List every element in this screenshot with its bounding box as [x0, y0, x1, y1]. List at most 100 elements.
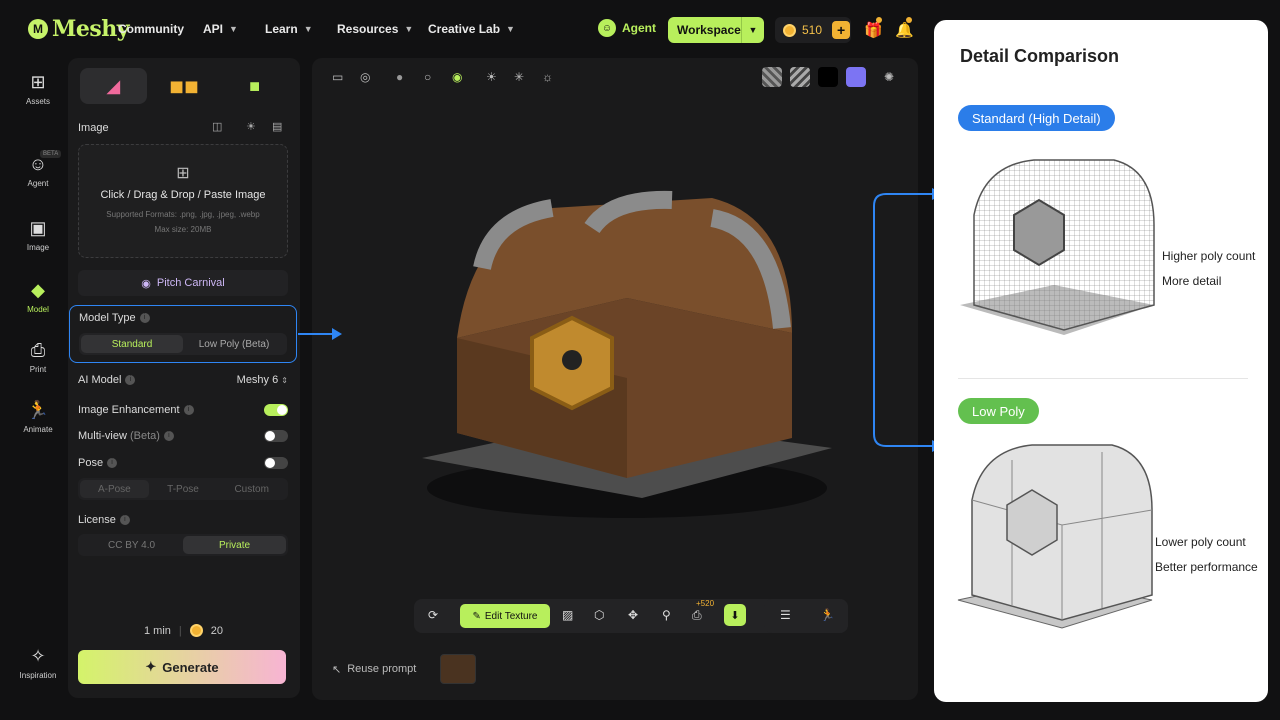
upload-max-size: Max size: 20MB — [154, 225, 212, 234]
gift-icon[interactable]: 🎁 — [864, 21, 883, 39]
rail-label: Animate — [23, 425, 53, 434]
refresh-icon[interactable]: ⟳ — [428, 608, 438, 622]
info-icon[interactable]: i — [139, 313, 150, 324]
light-icon[interactable]: ☀ — [486, 70, 497, 84]
tab-image-to-3d[interactable]: ◢ — [80, 68, 147, 104]
upload-text: Click / Drag & Drop / Paste Image — [100, 189, 266, 201]
multiview-toggle[interactable] — [264, 430, 288, 442]
pose-t-pose[interactable]: T-Pose — [149, 480, 218, 498]
image-to-3d-icon: ◢ — [106, 75, 121, 96]
animate-run-icon[interactable]: 🏃 — [820, 608, 835, 622]
nav-resources[interactable]: Resources ▼ — [337, 22, 413, 36]
chevron-updown-icon: ⇕ — [281, 376, 288, 385]
rail-item-animate[interactable]: 🏃 Animate — [0, 400, 76, 434]
estimated-time: 1 min — [144, 624, 171, 637]
info-icon[interactable]: i — [107, 458, 118, 469]
solid-sphere-icon[interactable]: ● — [396, 70, 403, 84]
reuse-prompt-label: Reuse prompt — [347, 663, 417, 675]
rail-item-assets[interactable]: ⊞ Assets — [0, 72, 76, 106]
rail-item-model[interactable]: ◆ Model — [0, 280, 76, 314]
nav-community-label: Community — [118, 22, 184, 36]
chevron-down-icon: ▼ — [404, 24, 414, 34]
license-private[interactable]: Private — [183, 536, 286, 554]
nav-learn[interactable]: Learn ▼ — [265, 22, 313, 36]
compare-icon[interactable]: ◫ — [212, 120, 222, 133]
pose-toggle[interactable] — [264, 457, 288, 469]
add-credits-button[interactable]: + — [832, 21, 851, 39]
burst-light-icon[interactable]: ✳ — [514, 70, 524, 84]
cube-outline-icon[interactable]: ⬡ — [594, 608, 604, 622]
ai-model-value: Meshy 6 — [236, 374, 279, 386]
nav-creative-lab[interactable]: Creative Lab ▼ — [428, 22, 515, 36]
rail-item-agent[interactable]: ☺ Agent — [0, 154, 76, 188]
align-icon[interactable]: ☰ — [780, 608, 791, 622]
lowpoly-note-2: Better performance — [1155, 560, 1258, 574]
brand-logo[interactable]: M Meshy — [28, 16, 130, 42]
history-icon[interactable]: ▤ — [272, 120, 282, 133]
arrow-upleft-icon: ↖ — [332, 664, 342, 676]
model-type-selector: Standard Low Poly (Beta) — [79, 333, 287, 355]
rail-label: Print — [29, 365, 47, 374]
multiview-row: Multi-view (Beta) i — [78, 430, 288, 442]
info-icon[interactable]: i — [163, 431, 174, 442]
license-label: License i — [78, 514, 130, 526]
lighting-settings-icon[interactable]: ✺ — [884, 70, 894, 84]
texture-swatch-1[interactable] — [762, 67, 782, 87]
nav-community[interactable]: Community — [118, 22, 184, 36]
generation-panel: ◢ ◼◼ ■ Image ◫ ☀ ▤ ⊞ Click / Drag & Drop… — [68, 58, 300, 698]
tab-text-to-3d[interactable]: ■ — [221, 68, 288, 104]
workspace-button[interactable]: Workspace ▼ — [668, 17, 764, 43]
sun-icon[interactable]: ☼ — [542, 70, 553, 84]
pose-custom[interactable]: Custom — [217, 480, 286, 498]
ai-model-select[interactable]: Meshy 6 ⇕ — [237, 374, 288, 386]
bulb-icon[interactable]: ☀ — [246, 120, 256, 133]
wire-sphere-icon[interactable]: ○ — [424, 70, 431, 84]
high-poly-chest-image — [960, 159, 1155, 335]
textured-sphere-icon[interactable]: ◉ — [452, 70, 462, 84]
info-icon[interactable]: i — [183, 405, 194, 416]
model-type-standard[interactable]: Standard — [81, 335, 183, 353]
info-icon[interactable]: i — [119, 515, 130, 526]
info-icon[interactable]: i — [125, 375, 136, 386]
license-cc-by[interactable]: CC BY 4.0 — [80, 536, 183, 554]
image-enhancement-toggle[interactable] — [264, 404, 288, 416]
generate-button[interactable]: ✦ Generate — [78, 650, 286, 684]
chevron-down-icon[interactable]: ▼ — [740, 17, 764, 43]
bracket-arrow — [873, 193, 936, 447]
model-type-low-poly[interactable]: Low Poly (Beta) — [183, 335, 285, 353]
rig-icon[interactable]: ⚲ — [662, 608, 671, 622]
background-purple-swatch[interactable] — [846, 67, 866, 87]
texture-swatch-2[interactable] — [790, 67, 810, 87]
low-poly-chest-image — [957, 444, 1153, 629]
background-black-swatch[interactable] — [818, 67, 838, 87]
image-upload-dropzone[interactable]: ⊞ Click / Drag & Drop / Paste Image Supp… — [78, 144, 288, 258]
remesh-icon[interactable]: ▨ — [562, 608, 573, 622]
move-icon[interactable]: ✥ — [628, 608, 638, 622]
globe-icon[interactable]: ◎ — [360, 70, 370, 84]
download-icon: ⬇ — [730, 609, 740, 622]
rail-item-image[interactable]: ▣ Image — [0, 218, 76, 252]
nav-api[interactable]: API ▼ — [203, 22, 238, 36]
history-thumbnail[interactable] — [440, 654, 476, 684]
agent-button[interactable]: ☺ Agent — [598, 19, 656, 37]
edit-texture-button[interactable]: ✎ Edit Texture — [460, 604, 550, 628]
separator: | — [178, 624, 182, 637]
bell-icon[interactable]: 🔔 — [895, 21, 914, 39]
tab-multi-image[interactable]: ◼◼ — [151, 68, 218, 104]
monitor-icon[interactable]: ▭ — [332, 70, 343, 84]
ai-model-label: AI Model i — [78, 374, 136, 386]
reuse-prompt-button[interactable]: ↖ Reuse prompt — [332, 663, 416, 676]
mode-tabs: ◢ ◼◼ ■ — [80, 68, 288, 104]
download-button[interactable]: ⬇ — [724, 604, 746, 626]
rail-item-print[interactable]: ⎙ Print — [0, 340, 76, 374]
carnival-label: Pitch Carnival — [156, 277, 225, 289]
rail-label: Agent — [27, 179, 49, 188]
image-add-icon: ⊞ — [176, 165, 190, 182]
print-icon[interactable]: ⎙ — [692, 608, 702, 623]
pose-a-pose[interactable]: A-Pose — [80, 480, 149, 498]
rail-item-inspiration[interactable]: ✧ Inspiration — [0, 646, 76, 680]
pose-text: Pose — [78, 457, 104, 469]
agent-icon: ☺ — [598, 19, 616, 37]
image-enhancement-label: Image Enhancement i — [78, 404, 194, 416]
pitch-carnival-button[interactable]: ◉ Pitch Carnival — [78, 270, 288, 296]
